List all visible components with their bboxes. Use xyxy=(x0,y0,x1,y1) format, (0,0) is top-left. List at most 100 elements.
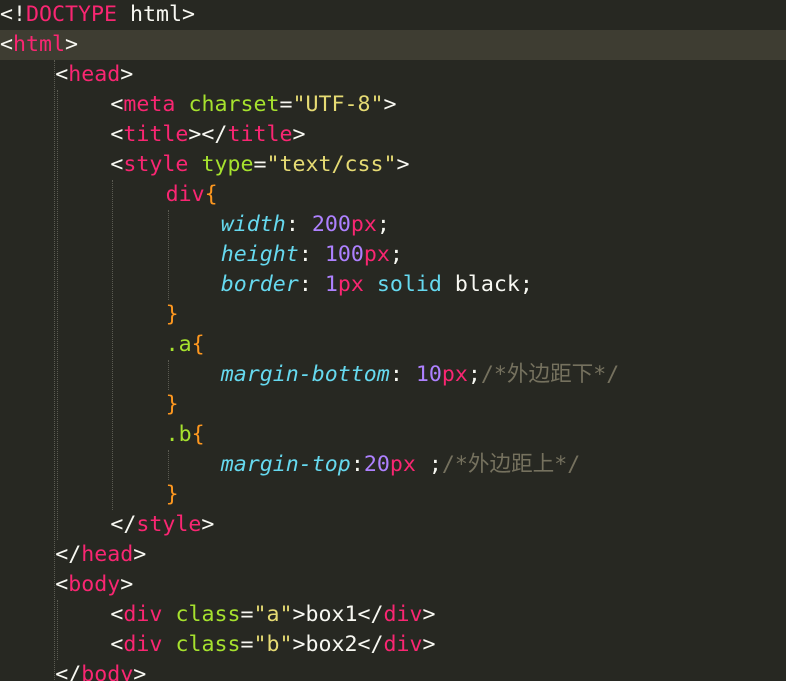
code-token-tag: title xyxy=(227,122,293,147)
code-token-tag: DOCTYPE xyxy=(26,2,118,27)
code-token-punc: < xyxy=(110,602,124,627)
code-line[interactable]: </head> xyxy=(0,540,786,570)
code-token-punc: ; xyxy=(519,272,533,297)
code-token-punc: > xyxy=(292,602,306,627)
code-line[interactable]: <head> xyxy=(0,60,786,90)
code-token-punc: < xyxy=(110,632,124,657)
code-token-brace: { xyxy=(191,332,205,357)
code-line[interactable]: margin-bottom: 10px;/*外边距下*/ xyxy=(0,360,786,390)
code-line-content: .b{ xyxy=(166,420,205,450)
indent-guide xyxy=(167,360,169,390)
code-token-punc: </ xyxy=(357,632,384,657)
code-line[interactable]: div{ xyxy=(0,180,786,210)
code-token-punc: > xyxy=(292,122,306,147)
code-line[interactable]: <style type="text/css"> xyxy=(0,150,786,180)
code-token-punc: = xyxy=(240,632,254,657)
code-token-punc: > xyxy=(422,602,436,627)
code-token-punc: </ xyxy=(110,512,137,537)
code-line[interactable]: .b{ xyxy=(0,420,786,450)
code-line-content: </head> xyxy=(55,540,146,570)
code-token-unit: px xyxy=(337,272,364,297)
code-token-text: box1 xyxy=(305,602,358,627)
code-token-attr: type xyxy=(201,152,254,177)
code-line-content: <!DOCTYPE html> xyxy=(0,0,195,30)
code-token-unit: px xyxy=(441,362,468,387)
code-token-punc: </ xyxy=(357,602,384,627)
code-token-punc: > xyxy=(383,92,397,117)
code-line-content: <body> xyxy=(55,570,133,600)
code-line[interactable]: width: 200px; xyxy=(0,210,786,240)
code-line[interactable]: .a{ xyxy=(0,330,786,360)
code-token-text: box2 xyxy=(305,632,358,657)
code-line[interactable]: height: 100px; xyxy=(0,240,786,270)
code-line-content: margin-top:20px ;/*外边距上*/ xyxy=(221,450,580,480)
indent-guide xyxy=(57,90,59,540)
code-line[interactable]: <!DOCTYPE html> xyxy=(0,0,786,30)
code-line-content: </body> xyxy=(55,660,146,681)
code-token-text: html xyxy=(117,2,183,27)
code-token-tag: style xyxy=(136,512,202,537)
code-token-punc: < xyxy=(110,92,124,117)
code-line[interactable]: <title></title> xyxy=(0,120,786,150)
code-token-punc: < xyxy=(110,122,124,147)
indent-guide xyxy=(112,180,114,510)
code-token-punc: > xyxy=(182,2,196,27)
code-line-content: border: 1px solid black; xyxy=(221,270,533,300)
code-line-content: <title></title> xyxy=(110,120,305,150)
code-token-punc: ; xyxy=(467,362,481,387)
code-token-punc: > xyxy=(65,32,79,57)
code-line[interactable]: <div class="b">box2</div> xyxy=(0,630,786,660)
code-token-tag: style xyxy=(123,152,189,177)
code-line[interactable]: border: 1px solid black; xyxy=(0,270,786,300)
code-line[interactable]: } xyxy=(0,300,786,330)
code-token-punc: < xyxy=(0,32,14,57)
code-token-punc: : xyxy=(285,212,312,237)
code-token-punc: < xyxy=(110,152,124,177)
indent-guide xyxy=(54,60,56,681)
code-token-str: "text/css" xyxy=(266,152,397,177)
code-line[interactable]: <html> xyxy=(0,30,786,60)
code-token-punc: > xyxy=(201,512,215,537)
code-token-punc: > xyxy=(133,662,147,681)
code-line-content: width: 200px; xyxy=(221,210,390,240)
code-line[interactable]: <body> xyxy=(0,570,786,600)
code-line[interactable]: } xyxy=(0,480,786,510)
code-token-punc: </ xyxy=(55,542,82,567)
code-token-attr: charset xyxy=(188,92,280,117)
code-token-prop: height xyxy=(220,242,299,267)
code-token-brace: } xyxy=(165,392,179,417)
code-line[interactable]: margin-top:20px ;/*外边距上*/ xyxy=(0,450,786,480)
code-line[interactable]: </style> xyxy=(0,510,786,540)
code-token-prop: border xyxy=(220,272,299,297)
code-token-brace: } xyxy=(165,302,179,327)
code-token-punc: ; xyxy=(428,452,442,477)
code-editor[interactable]: <!DOCTYPE html> <html> <head> <meta charset… xyxy=(0,0,786,681)
code-token-punc: = xyxy=(253,152,267,177)
code-line-content: <html> xyxy=(0,30,78,60)
code-token-punc: > xyxy=(120,62,134,87)
code-token-prop: width xyxy=(220,212,286,237)
code-token-punc: : xyxy=(350,452,364,477)
code-token-str: "a" xyxy=(253,602,293,627)
code-token-unit: px xyxy=(350,212,377,237)
code-line-content: height: 100px; xyxy=(221,240,403,270)
code-token-unit: px xyxy=(389,452,416,477)
code-token-comment: /*外边距上*/ xyxy=(441,452,581,477)
code-token-punc: > xyxy=(133,542,147,567)
code-line-content: } xyxy=(166,480,179,510)
code-line[interactable]: } xyxy=(0,390,786,420)
code-line[interactable]: <meta charset="UTF-8"> xyxy=(0,90,786,120)
code-token-attr: class xyxy=(175,602,241,627)
code-token-punc: > xyxy=(396,152,410,177)
code-line[interactable]: </body> xyxy=(0,660,786,681)
code-line-content: } xyxy=(166,390,179,420)
code-token-tag: div xyxy=(165,182,205,207)
code-token-tag: div xyxy=(383,632,423,657)
code-token-str: "b" xyxy=(253,632,293,657)
code-token-punc: ; xyxy=(376,212,390,237)
code-line[interactable]: <div class="a">box1</div> xyxy=(0,600,786,630)
code-token-punc: > xyxy=(422,632,436,657)
